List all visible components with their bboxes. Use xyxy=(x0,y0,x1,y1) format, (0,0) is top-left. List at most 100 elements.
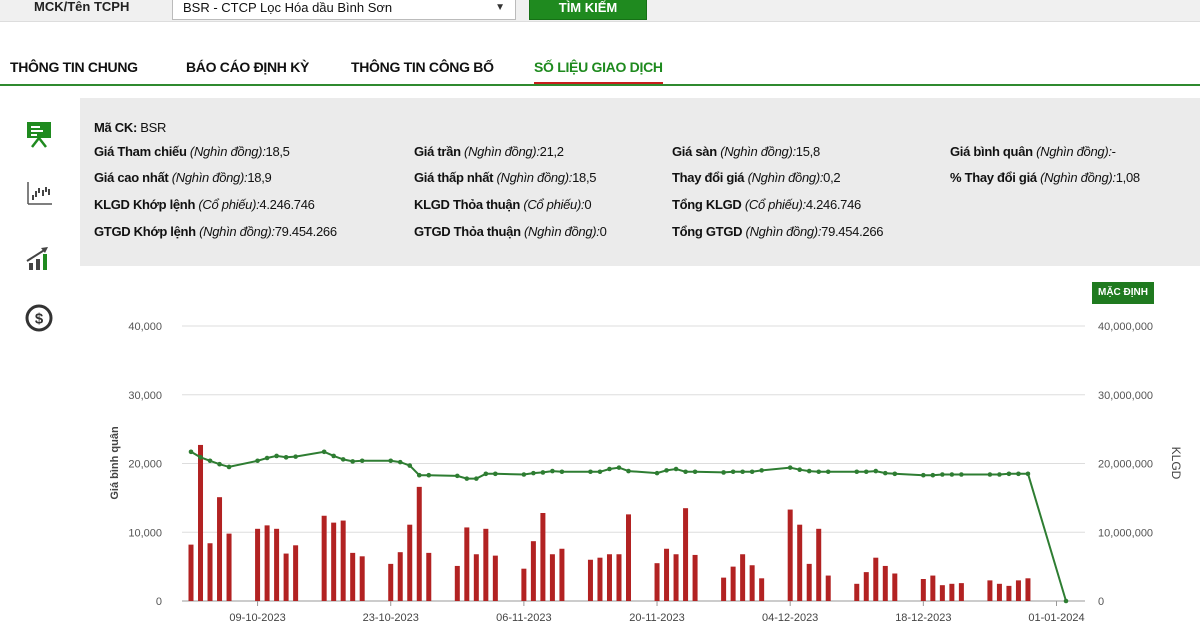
volume-bar xyxy=(996,583,1002,601)
price-point xyxy=(521,472,527,477)
info-item-label: Giá sàn xyxy=(672,144,717,159)
volume-bar xyxy=(797,524,803,601)
info-item-value: 1,08 xyxy=(1115,170,1140,185)
chart-svg: 0 10,000 20,000 30,000 40,000 0 10,000,000 20,0… xyxy=(109,321,1183,624)
info-item: Giá bình quân (Nghìn đồng):- xyxy=(950,144,1116,159)
y-tick-label: 40,000 xyxy=(128,321,162,333)
volume-bar xyxy=(492,555,498,601)
info-item-unit: (Nghìn đồng): xyxy=(1036,144,1112,159)
info-item-unit: (Cổ phiếu): xyxy=(523,197,585,212)
info-item-label: % Thay đổi giá xyxy=(950,170,1037,185)
tab-periodic-reports[interactable]: BÁO CÁO ĐỊNH KỲ xyxy=(186,56,309,84)
volume-bar xyxy=(454,565,460,601)
volume-bar xyxy=(293,545,299,601)
price-point xyxy=(188,449,194,455)
price-point xyxy=(940,472,945,477)
info-item-value: 21,2 xyxy=(539,144,564,159)
scatter-chart-icon[interactable] xyxy=(22,176,56,210)
volume-bar xyxy=(854,583,860,601)
price-point xyxy=(787,465,793,470)
volume-bar xyxy=(673,554,679,601)
price-point xyxy=(464,476,470,481)
info-item-value: - xyxy=(1111,144,1116,159)
info-item-unit: (Nghìn đồng): xyxy=(1040,170,1116,185)
tab-trading-data[interactable]: SỐ LIỆU GIAO DỊCH xyxy=(534,56,663,84)
info-item-value: 0,2 xyxy=(823,170,841,185)
price-point xyxy=(264,455,270,461)
info-item-value: 18,5 xyxy=(572,170,597,185)
tab-disclosures[interactable]: THÔNG TIN CÔNG BỐ xyxy=(351,56,494,84)
price-point xyxy=(426,472,432,478)
info-item-unit: (Cổ phiếu): xyxy=(744,197,806,212)
default-view-button[interactable]: MẶC ĐỊNH xyxy=(1092,282,1154,304)
info-item-unit: (Nghìn đồng): xyxy=(524,224,600,239)
search-button[interactable]: TÌM KIẾM xyxy=(529,0,647,20)
x-tick-label: 04-12-2023 xyxy=(762,612,818,624)
info-item-unit: (Nghìn đồng): xyxy=(189,144,266,159)
growth-chart-icon[interactable] xyxy=(22,241,56,275)
volume-bar xyxy=(188,544,194,601)
volume-bar xyxy=(1025,578,1031,601)
volume-bar xyxy=(388,563,394,601)
price-point xyxy=(825,469,831,475)
info-item-unit: (Nghìn đồng): xyxy=(496,170,573,185)
presentation-board-icon[interactable] xyxy=(22,117,56,151)
volume-bar xyxy=(597,557,603,601)
volume-bar xyxy=(350,552,356,601)
tab-general-info[interactable]: THÔNG TIN CHUNG xyxy=(10,56,138,84)
dollar-coin-icon[interactable]: $ xyxy=(22,301,56,335)
volume-bar xyxy=(664,548,670,601)
price-point xyxy=(892,471,898,477)
price-point xyxy=(550,468,555,474)
price-point xyxy=(683,469,688,475)
price-point xyxy=(607,466,612,472)
volume-bar xyxy=(540,513,546,601)
volume-bar xyxy=(863,572,869,601)
price-point xyxy=(407,463,413,468)
volume-bar xyxy=(654,563,660,601)
dropdown-caret-icon: ▼ xyxy=(495,2,505,13)
stock-select[interactable]: BSR - CTCP Lọc Hóa dầu Bình Sơn ▼ xyxy=(172,0,516,20)
info-item-unit: (Nghìn đồng): xyxy=(747,170,824,185)
info-item-label: GTGD Thỏa thuận xyxy=(414,224,521,239)
search-label: MCK/Tên TCPH xyxy=(34,0,130,14)
x-tick-label: 06-11-2023 xyxy=(496,612,551,624)
y-tick-label: 30,000 xyxy=(128,390,162,402)
price-point xyxy=(692,469,698,475)
volume-bar xyxy=(873,557,879,601)
info-item-label: GTGD Khớp lệnh xyxy=(94,224,196,239)
volume-bar xyxy=(359,556,365,601)
price-point xyxy=(1006,471,1012,477)
volume-bar xyxy=(949,583,955,601)
price-point xyxy=(797,467,802,472)
price-point xyxy=(949,472,955,477)
price-point xyxy=(959,472,964,477)
stock-code: Mã CK: BSR xyxy=(94,120,166,135)
volume-bar xyxy=(606,554,612,601)
volume-bar xyxy=(740,554,746,601)
volume-bar xyxy=(521,568,527,601)
info-item: Tổng KLGD (Cổ phiếu):4.246.746 xyxy=(672,197,861,212)
stock-code-value: BSR xyxy=(140,120,167,135)
price-point xyxy=(1063,598,1069,604)
price-point xyxy=(921,472,926,478)
info-item-value: 79.454.266 xyxy=(821,224,884,239)
volume-bar xyxy=(426,552,432,601)
price-point xyxy=(321,449,327,455)
volume-bar xyxy=(626,514,631,601)
volume-bar xyxy=(530,541,536,601)
info-item-value: 18,5 xyxy=(265,144,290,159)
volume-bar xyxy=(920,579,926,601)
info-item-unit: (Nghìn đồng): xyxy=(171,170,248,185)
volume-bar xyxy=(207,543,213,601)
volume-bar xyxy=(483,528,489,601)
volume-bar xyxy=(683,508,689,601)
volume-bar xyxy=(692,554,698,601)
search-bar: MCK/Tên TCPH BSR - CTCP Lọc Hóa dầu Bình… xyxy=(0,0,1200,22)
price-point xyxy=(816,469,822,475)
x-tick-label: 20-11-2023 xyxy=(629,612,684,624)
trading-chart: 0 10,000 20,000 30,000 40,000 0 10,000,000 20,0… xyxy=(80,268,1200,630)
price-point xyxy=(759,468,764,473)
price-point xyxy=(283,455,289,460)
y-tick-label: 0 xyxy=(156,596,162,608)
